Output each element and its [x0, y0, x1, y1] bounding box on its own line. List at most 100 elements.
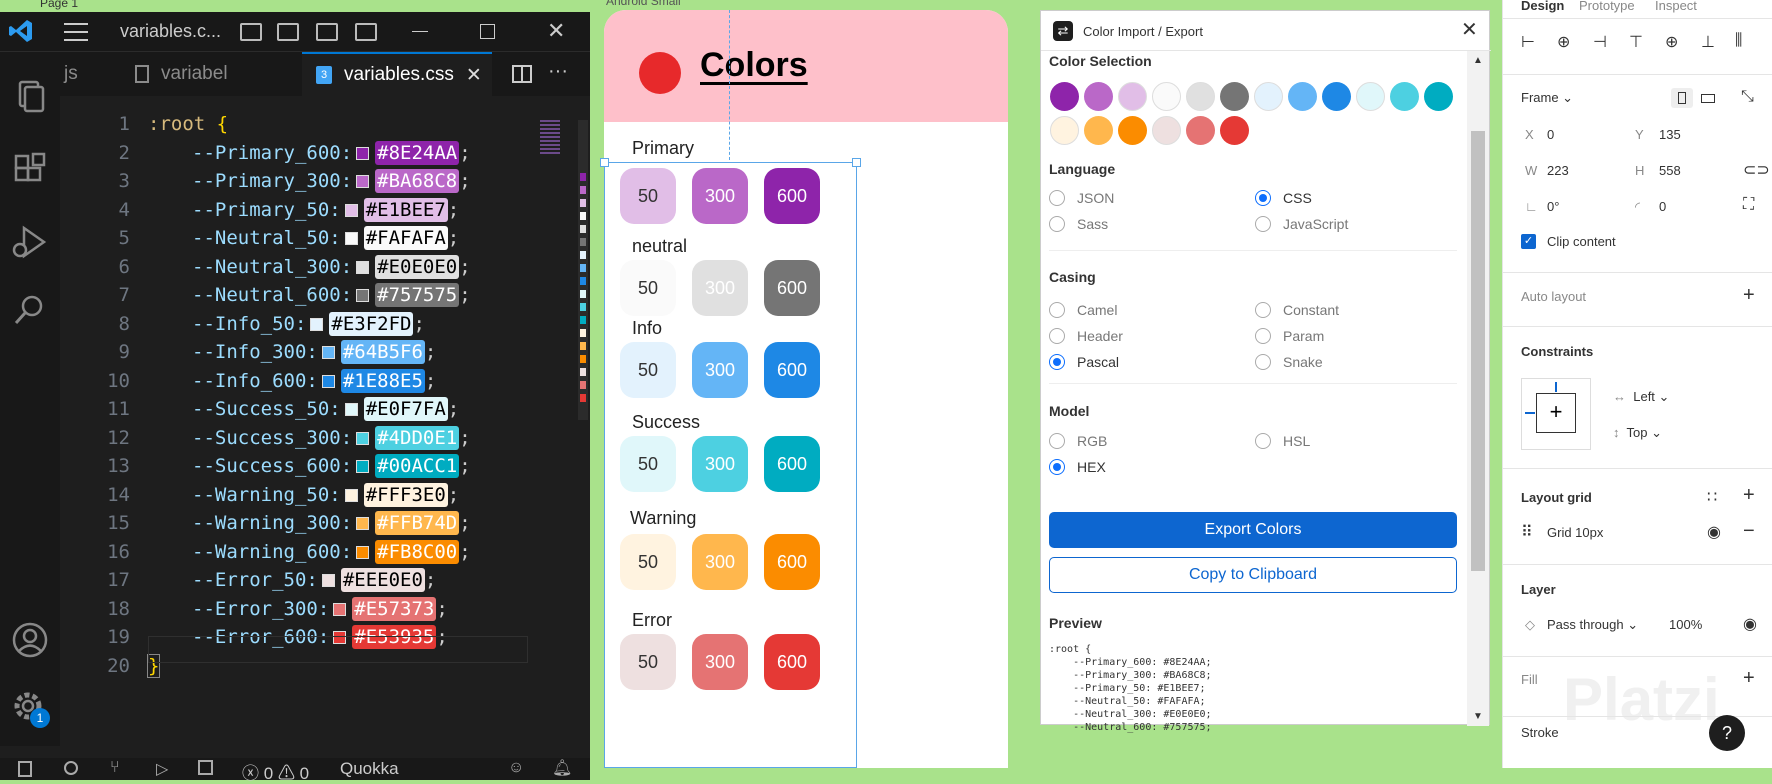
radio-casing-param[interactable]: Param [1255, 328, 1324, 344]
align-left-icon[interactable]: ⊢ [1521, 32, 1535, 52]
tab-variables-css[interactable]: 3 variables.css ✕ [302, 52, 492, 96]
account-icon[interactable] [10, 620, 50, 660]
radio-model-hex[interactable]: HEX [1049, 459, 1106, 475]
run-status-icon[interactable]: ▷ [156, 759, 168, 779]
grid-item-label[interactable]: Grid 10px [1547, 525, 1603, 540]
color-swatch[interactable] [1254, 82, 1283, 111]
resize-handle-tl[interactable] [600, 158, 609, 167]
code-line[interactable]: --Warning_50: #FFF3E0; [192, 481, 459, 510]
blend-mode-dropdown[interactable]: Pass through ⌄ [1547, 617, 1638, 633]
run-debug-icon[interactable] [10, 222, 50, 262]
settings-gear-icon[interactable]: 1 [10, 688, 50, 728]
add-auto-layout-icon[interactable]: + [1743, 284, 1755, 307]
independent-corners-icon[interactable]: ⛶ [1743, 196, 1754, 214]
align-middle-v-icon[interactable]: ⊕ [1665, 32, 1678, 52]
constrain-proportions-icon[interactable]: ⊂⊃ [1743, 160, 1770, 180]
radio-model-rgb[interactable]: RGB [1049, 433, 1107, 449]
w-input[interactable]: 223 [1547, 163, 1569, 178]
code-editor[interactable]: 1:root {2 --Primary_600: #8E24AA; 3 --Primar… [60, 96, 590, 746]
color-swatch[interactable] [1118, 116, 1147, 145]
clip-content-checkbox[interactable]: ✓ [1521, 234, 1536, 249]
color-swatch[interactable] [1322, 82, 1351, 111]
color-swatch[interactable] [1186, 82, 1215, 111]
menu-icon[interactable] [64, 23, 88, 41]
color-swatch[interactable] [1118, 82, 1147, 111]
color-swatch[interactable] [1152, 82, 1181, 111]
align-right-icon[interactable]: ⊣ [1593, 32, 1607, 52]
layer-visibility-eye-icon[interactable]: ◉ [1743, 614, 1757, 634]
code-line[interactable]: --Info_600: #1E88E5; [192, 367, 436, 396]
tab-design[interactable]: Design [1521, 0, 1564, 13]
color-swatch[interactable] [1152, 116, 1181, 145]
scroll-up-icon[interactable]: ▲ [1473, 55, 1483, 66]
color-swatch[interactable] [1356, 82, 1385, 111]
rotation-input[interactable]: 0° [1547, 199, 1559, 214]
radio-casing-constant[interactable]: Constant [1255, 302, 1339, 318]
color-swatch-icon[interactable] [356, 289, 370, 302]
color-swatch-icon[interactable] [344, 203, 358, 217]
add-grid-icon[interactable]: + [1743, 484, 1755, 507]
color-swatch[interactable] [1220, 116, 1249, 145]
color-swatch-icon[interactable] [321, 574, 335, 587]
color-swatch-icon[interactable] [333, 602, 347, 616]
align-center-h-icon[interactable]: ⊕ [1557, 32, 1570, 52]
tab-inspect[interactable]: Inspect [1655, 0, 1697, 13]
scroll-down-icon[interactable]: ▼ [1473, 711, 1483, 722]
code-line[interactable]: --Success_600: #00ACC1; [192, 452, 471, 481]
more-actions-icon[interactable]: ··· [548, 60, 568, 83]
opacity-input[interactable]: 100% [1669, 617, 1702, 632]
color-swatch-icon[interactable] [356, 146, 370, 160]
code-line[interactable]: --Error_300: #E57373; [192, 595, 448, 624]
color-swatch-icon[interactable] [344, 403, 358, 416]
code-line[interactable]: --Error_50: #EEE0E0; [192, 566, 436, 595]
split-editor-icon[interactable] [512, 65, 532, 83]
align-bottom-icon[interactable]: ⊥ [1701, 32, 1715, 52]
color-swatch-icon[interactable] [356, 460, 370, 473]
search-icon[interactable] [10, 290, 50, 330]
tab-variabel[interactable]: variabel [135, 52, 300, 96]
help-button[interactable]: ? [1709, 715, 1745, 751]
code-line[interactable]: --Success_300: #4DD0E1; [192, 424, 471, 453]
search-status-icon[interactable] [64, 761, 78, 775]
x-input[interactable]: 0 [1547, 127, 1554, 142]
code-line[interactable]: --Primary_300: #BA68C8; [192, 167, 471, 196]
color-swatch[interactable] [1084, 116, 1113, 145]
toggle-sidebar-icon[interactable] [240, 23, 262, 41]
code-line[interactable]: --Info_50: #E3F2FD; [192, 310, 425, 339]
scroll-thumb[interactable] [1471, 131, 1485, 571]
plugin-scrollbar[interactable]: ▲ ▼ [1467, 51, 1489, 726]
align-top-icon[interactable]: ⊤ [1629, 32, 1643, 52]
add-fill-icon[interactable]: + [1743, 667, 1755, 690]
maximize-icon[interactable] [480, 24, 495, 39]
color-swatch[interactable] [1186, 116, 1215, 145]
code-line[interactable]: --Warning_600: #FB8C00; [192, 538, 471, 567]
page-tab[interactable]: Page 1 [40, 0, 78, 10]
radio-casing-snake[interactable]: Snake [1255, 354, 1323, 370]
resize-to-fit-icon[interactable]: ⤡ [1741, 88, 1754, 106]
radio-language-css[interactable]: CSS [1255, 190, 1312, 206]
frame-type-dropdown[interactable]: Frame ⌄ [1521, 90, 1573, 106]
code-line[interactable]: --Primary_600: #8E24AA; [192, 139, 471, 168]
color-swatch[interactable] [1050, 82, 1079, 111]
distribute-icon[interactable]: ⫼ [1735, 32, 1742, 50]
close-window-icon[interactable]: ✕ [547, 18, 565, 44]
selection-box[interactable] [600, 158, 861, 768]
color-swatch-icon[interactable] [356, 431, 370, 445]
radio-language-javascript[interactable]: JavaScript [1255, 216, 1348, 232]
problems-status[interactable]: ⓧ 0 ⚠ 0 [242, 759, 309, 784]
color-swatch-icon[interactable] [356, 517, 370, 530]
radius-input[interactable]: 0 [1659, 199, 1666, 214]
quokka-status[interactable]: Quokka [340, 759, 399, 779]
color-swatch[interactable] [1288, 82, 1317, 111]
code-line[interactable]: --Primary_50: #E1BEE7; [192, 196, 459, 225]
minimap[interactable] [540, 120, 562, 160]
extensions-icon[interactable] [10, 150, 50, 190]
code-line[interactable]: --Neutral_50: #FAFAFA; [192, 224, 459, 253]
code-line[interactable]: :root { [148, 110, 228, 139]
grid-icon[interactable]: ⠿ [1521, 522, 1533, 542]
radio-language-sass[interactable]: Sass [1049, 216, 1108, 232]
h-input[interactable]: 558 [1659, 163, 1681, 178]
color-swatch-icon[interactable] [356, 175, 370, 188]
grid-visibility-eye-icon[interactable]: ◉ [1707, 522, 1721, 542]
code-line[interactable]: --Info_300: #64B5F6; [192, 338, 436, 367]
